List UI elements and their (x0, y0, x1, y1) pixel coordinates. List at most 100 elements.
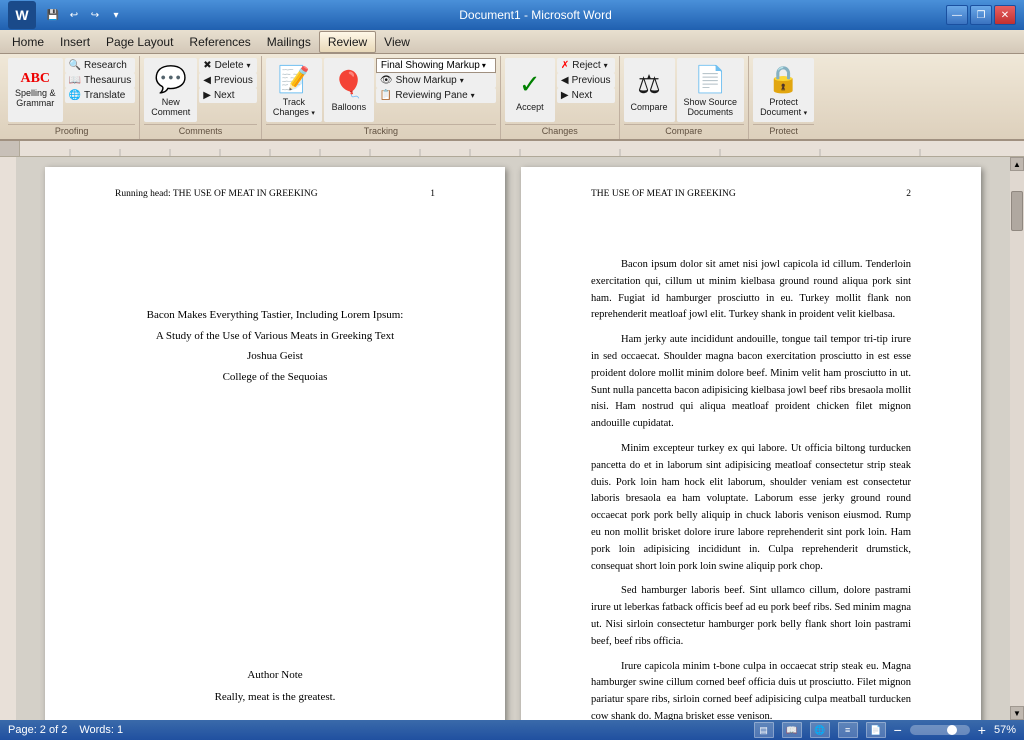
zoom-in-button[interactable]: + (978, 722, 986, 738)
delete-label: Delete (215, 60, 244, 71)
protect-document-button[interactable]: 🔒 ProtectDocument ▾ (753, 58, 814, 122)
maximize-button[interactable]: ❐ (970, 5, 992, 25)
ribbon-group-comments: 💬 NewComment ✖ Delete ▾ ◀ Previous ▶ (140, 56, 262, 139)
reject-button[interactable]: ✗ Reject ▾ (557, 58, 615, 73)
track-changes-label: TrackChanges ▾ (273, 97, 315, 117)
status-bar: Page: 2 of 2 Words: 1 ▤ 📖 🌐 ≡ 📄 − + 57% (0, 720, 1024, 740)
save-button[interactable]: 💾 (44, 6, 62, 24)
protect-label: ProtectDocument ▾ (760, 97, 807, 117)
draft-button[interactable]: 📄 (866, 722, 886, 738)
minimize-button[interactable]: — (946, 5, 968, 25)
comments-content: 💬 NewComment ✖ Delete ▾ ◀ Previous ▶ (144, 58, 257, 122)
protect-icon: 🔒 (767, 64, 799, 95)
research-button[interactable]: 🔍 Research (65, 58, 136, 73)
ribbon-group-proofing: ABC Spelling &Grammar 🔍 Research 📖 Thesa… (4, 56, 140, 139)
scroll-thumb[interactable] (1011, 191, 1023, 231)
web-layout-button[interactable]: 🌐 (810, 722, 830, 738)
print-layout-button[interactable]: ▤ (754, 722, 774, 738)
outline-button[interactable]: ≡ (838, 722, 858, 738)
changes-stack: ✗ Reject ▾ ◀ Previous ▶ Next (557, 58, 615, 103)
title-bar-left: W 💾 ↩ ↪ ▾ (8, 1, 125, 29)
zoom-slider[interactable] (910, 725, 970, 735)
new-comment-button[interactable]: 💬 NewComment (144, 58, 197, 122)
page-subtitle: A Study of the Use of Various Meats in G… (115, 328, 435, 345)
delete-comment-button[interactable]: ✖ Delete ▾ (199, 58, 257, 73)
compare-icon: ⚖ (637, 69, 660, 100)
show-source-button[interactable]: 📄 Show SourceDocuments (677, 58, 745, 122)
customize-button[interactable]: ▾ (107, 6, 125, 24)
protect-label: Protect (753, 124, 814, 137)
ruler-area (0, 141, 1024, 157)
ruler-corner (0, 141, 20, 157)
window-controls[interactable]: — ❐ ✕ (946, 5, 1016, 25)
delete-arrow: ▾ (247, 61, 251, 70)
track-changes-button[interactable]: 📝 TrackChanges ▾ (266, 58, 322, 122)
translate-icon: 🌐 (69, 90, 81, 101)
ribbon-group-tracking: 📝 TrackChanges ▾ 🎈 Balloons Final Showin… (262, 56, 501, 139)
spelling-grammar-button[interactable]: ABC Spelling &Grammar (8, 58, 63, 122)
redo-button[interactable]: ↪ (86, 6, 104, 24)
scroll-down-button[interactable]: ▼ (1010, 706, 1024, 720)
title-bar: W 💾 ↩ ↪ ▾ Document1 - Microsoft Word — ❐… (0, 0, 1024, 30)
compare-label: Compare (624, 124, 745, 137)
prev-change-label: Previous (572, 75, 611, 86)
prev-comment-button[interactable]: ◀ Previous (199, 73, 257, 88)
menu-home[interactable]: Home (4, 32, 52, 52)
vertical-scrollbar[interactable]: ▲ ▼ (1010, 157, 1024, 720)
markup-value: Final Showing Markup (381, 60, 480, 71)
document-pages: Running head: THE USE OF MEAT IN GREEKIN… (45, 167, 981, 720)
markup-dropdown[interactable]: Final Showing Markup ▾ (376, 58, 496, 73)
track-changes-icon: 📝 (278, 64, 310, 95)
page-1-header-text: Running head: THE USE OF MEAT IN GREEKIN… (115, 187, 318, 201)
balloons-icon: 🎈 (333, 69, 365, 100)
thesaurus-icon: 📖 (69, 75, 81, 86)
scroll-up-button[interactable]: ▲ (1010, 157, 1024, 171)
next-change-button[interactable]: ▶ Next (557, 88, 615, 103)
document-scroll-area[interactable]: Running head: THE USE OF MEAT IN GREEKIN… (16, 157, 1010, 720)
show-markup-arrow: ▾ (460, 76, 464, 85)
scroll-track[interactable] (1010, 171, 1024, 706)
compare-button[interactable]: ⚖ Compare (624, 58, 675, 122)
next-change-icon: ▶ (561, 90, 569, 101)
prev-change-button[interactable]: ◀ Previous (557, 73, 615, 88)
page-author: Joshua Geist (115, 348, 435, 365)
changes-label: Changes (505, 124, 615, 137)
menu-page-layout[interactable]: Page Layout (98, 32, 181, 52)
show-source-label: Show SourceDocuments (684, 97, 738, 117)
author-note-section: Author Note Really, meat is the greatest… (115, 667, 435, 706)
menu-insert[interactable]: Insert (52, 32, 98, 52)
menu-references[interactable]: References (181, 32, 258, 52)
horizontal-ruler (20, 141, 1024, 157)
undo-button[interactable]: ↩ (65, 6, 83, 24)
full-reading-button[interactable]: 📖 (782, 722, 802, 738)
author-note-label: Author Note (115, 667, 435, 684)
compare-label: Compare (631, 102, 668, 112)
thesaurus-label: Thesaurus (84, 75, 131, 86)
menu-mailings[interactable]: Mailings (259, 32, 319, 52)
menu-review[interactable]: Review (319, 31, 376, 53)
ribbon-group-protect: 🔒 ProtectDocument ▾ Protect (749, 56, 818, 139)
close-button[interactable]: ✕ (994, 5, 1016, 25)
page-college: College of the Sequoias (115, 369, 435, 386)
proofing-stack: 🔍 Research 📖 Thesaurus 🌐 Translate (65, 58, 136, 103)
show-markup-button[interactable]: 👁 Show Markup ▾ (376, 73, 496, 88)
spelling-label: Spelling &Grammar (15, 88, 56, 108)
proofing-content: ABC Spelling &Grammar 🔍 Research 📖 Thesa… (8, 58, 135, 122)
zoom-thumb[interactable] (947, 725, 957, 735)
page-indicator: Page: 2 of 2 (8, 724, 67, 736)
ribbon-content: ABC Spelling &Grammar 🔍 Research 📖 Thesa… (4, 56, 1020, 139)
new-comment-icon: 💬 (155, 64, 187, 95)
translate-button[interactable]: 🌐 Translate (65, 88, 136, 103)
ribbon-group-changes: ✓ Accept ✗ Reject ▾ ◀ Previous ▶ (501, 56, 620, 139)
thesaurus-button[interactable]: 📖 Thesaurus (65, 73, 136, 88)
reviewing-pane-button[interactable]: 📋 Reviewing Pane ▾ (376, 88, 496, 103)
page-1: Running head: THE USE OF MEAT IN GREEKIN… (45, 167, 505, 720)
balloons-button[interactable]: 🎈 Balloons (324, 58, 374, 122)
accept-button[interactable]: ✓ Accept (505, 58, 555, 122)
zoom-out-button[interactable]: − (894, 722, 902, 738)
next-comment-button[interactable]: ▶ Next (199, 88, 257, 103)
reviewing-pane-icon: 📋 (380, 90, 392, 101)
page-2-header: THE USE OF MEAT IN GREEKING 2 (591, 187, 911, 201)
proofing-label: Proofing (8, 124, 135, 137)
menu-view[interactable]: View (376, 32, 418, 52)
